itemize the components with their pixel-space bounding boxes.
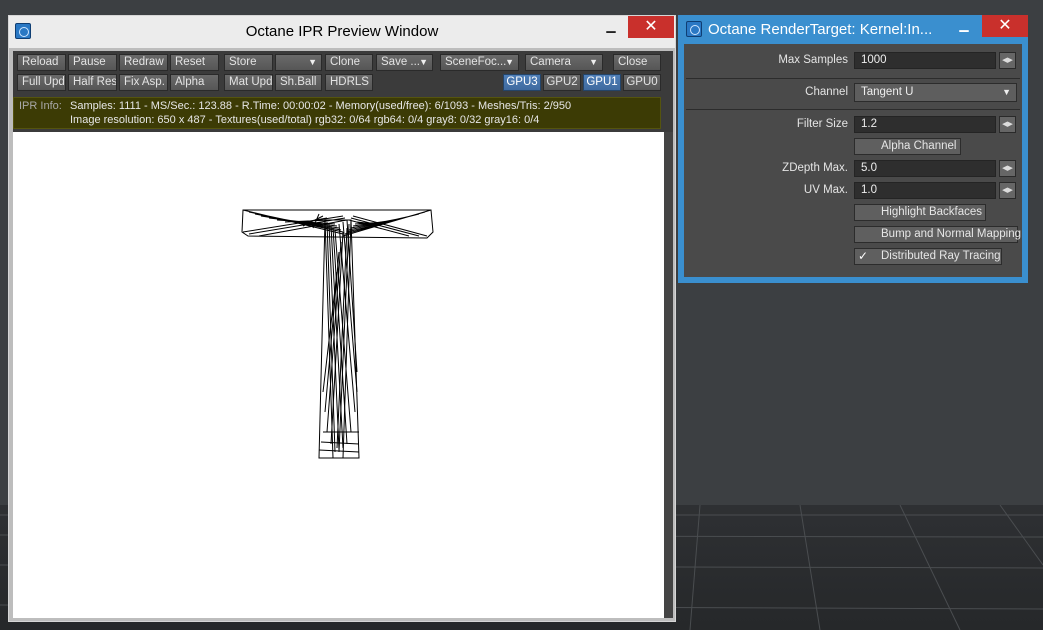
store-button[interactable]: Store: [224, 54, 273, 71]
bump-normal-mapping-checkbox[interactable]: Bump and Normal Mapping: [854, 226, 1021, 243]
close-button[interactable]: Close: [613, 54, 661, 71]
checkbox-empty-icon: [858, 206, 871, 219]
clone-button[interactable]: Clone: [325, 54, 373, 71]
max-samples-label: Max Samples: [778, 54, 848, 66]
checkbox-empty-icon: [858, 228, 871, 241]
divider: [686, 109, 1020, 110]
checkmark-icon: ✓: [858, 249, 869, 263]
spinner-arrows-icon: ◀▶: [1002, 187, 1013, 194]
max-samples-input[interactable]: 1000: [854, 52, 996, 69]
render-target-title: Octane RenderTarget: Kernel:In...: [708, 21, 933, 38]
reset-button[interactable]: Reset: [170, 54, 219, 71]
gpu2-toggle[interactable]: GPU2: [543, 74, 581, 91]
store-slot-dropdown[interactable]: [275, 54, 322, 71]
save-dropdown[interactable]: Save ...: [376, 54, 433, 71]
close-window-button[interactable]: ✕: [982, 15, 1028, 37]
alpha-channel-label: Alpha Channel: [881, 140, 957, 152]
half-res-button[interactable]: Half Res: [68, 74, 117, 91]
ipr-titlebar[interactable]: Octane IPR Preview Window ▁ ✕: [9, 16, 675, 48]
camera-dropdown[interactable]: Camera: [525, 54, 603, 71]
ipr-window-title: Octane IPR Preview Window: [245, 23, 439, 40]
max-samples-spinner[interactable]: ◀▶: [999, 52, 1016, 69]
gpu1-toggle[interactable]: GPU1: [583, 74, 621, 91]
render-target-panel: Max Samples 1000 ◀▶ Channel Tangent U Fi…: [684, 44, 1022, 277]
redraw-button[interactable]: Redraw: [119, 54, 168, 71]
spinner-arrows-icon: ◀▶: [1002, 121, 1013, 128]
viewport-scrollbar[interactable]: [664, 132, 673, 618]
filter-size-input[interactable]: 1.2: [854, 116, 996, 133]
filter-size-spinner[interactable]: ◀▶: [999, 116, 1016, 133]
alpha-button[interactable]: Alpha: [170, 74, 219, 91]
minimize-button[interactable]: ▁: [596, 16, 626, 38]
rendered-t-mesh: [241, 209, 434, 459]
distributed-ray-tracing-label: Distributed Ray Tracing: [881, 250, 1001, 262]
divider: [686, 78, 1020, 79]
ipr-preview-window: Octane IPR Preview Window ▁ ✕ Reload Pau…: [8, 15, 676, 622]
scene-focus-dropdown[interactable]: SceneFoc...: [440, 54, 519, 71]
gpu0-toggle[interactable]: GPU0: [623, 74, 661, 91]
render-viewport[interactable]: [13, 132, 664, 618]
checkbox-empty-icon: [858, 140, 871, 153]
reload-button[interactable]: Reload: [17, 54, 66, 71]
fix-aspect-button[interactable]: Fix Asp.: [119, 74, 168, 91]
ipr-stats-line: Samples: 1111 - MS/Sec.: 123.88 - R.Time…: [70, 100, 572, 112]
minimize-button[interactable]: ▁: [950, 15, 978, 37]
material-update-button[interactable]: Mat Upd: [224, 74, 273, 91]
highlight-backfaces-label: Highlight Backfaces: [881, 206, 982, 218]
full-update-button[interactable]: Full Upd.: [17, 74, 66, 91]
render-target-titlebar[interactable]: Octane RenderTarget: Kernel:In... ▁ ✕: [678, 15, 1028, 43]
spinner-arrows-icon: ◀▶: [1002, 165, 1013, 172]
zdepth-max-input[interactable]: 5.0: [854, 160, 996, 177]
close-icon: ✕: [644, 18, 658, 35]
shader-ball-button[interactable]: Sh.Ball: [275, 74, 322, 91]
minimize-icon: ▁: [959, 18, 969, 32]
octane-app-icon: [686, 21, 702, 37]
uv-max-input[interactable]: 1.0: [854, 182, 996, 199]
spinner-arrows-icon: ◀▶: [1002, 57, 1013, 64]
filter-size-label: Filter Size: [796, 118, 848, 130]
uv-max-spinner[interactable]: ◀▶: [999, 182, 1016, 199]
alpha-channel-checkbox[interactable]: Alpha Channel: [854, 138, 961, 155]
minimize-icon: ▁: [606, 19, 616, 33]
ipr-info-label: IPR Info:: [19, 100, 62, 112]
gpu3-toggle[interactable]: GPU3: [503, 74, 541, 91]
highlight-backfaces-checkbox[interactable]: Highlight Backfaces: [854, 204, 986, 221]
render-target-window: Octane RenderTarget: Kernel:In... ▁ ✕ Ma…: [678, 15, 1028, 283]
bump-normal-mapping-label: Bump and Normal Mapping: [881, 228, 1021, 240]
zdepth-max-label: ZDepth Max.: [782, 162, 848, 174]
close-icon: ✕: [998, 17, 1012, 34]
hdrls-button[interactable]: HDRLS: [325, 74, 373, 91]
pause-button[interactable]: Pause: [68, 54, 117, 71]
ipr-resolution-line: Image resolution: 650 x 487 - Textures(u…: [70, 114, 540, 126]
ipr-info-bar: IPR Info: Samples: 1111 - MS/Sec.: 123.8…: [13, 97, 661, 129]
uv-max-label: UV Max.: [803, 184, 848, 196]
close-window-button[interactable]: ✕: [628, 16, 674, 38]
channel-label: Channel: [805, 86, 848, 98]
distributed-ray-tracing-checkbox[interactable]: ✓ Distributed Ray Tracing: [854, 248, 1002, 265]
zdepth-max-spinner[interactable]: ◀▶: [999, 160, 1016, 177]
channel-dropdown[interactable]: Tangent U: [854, 83, 1017, 102]
